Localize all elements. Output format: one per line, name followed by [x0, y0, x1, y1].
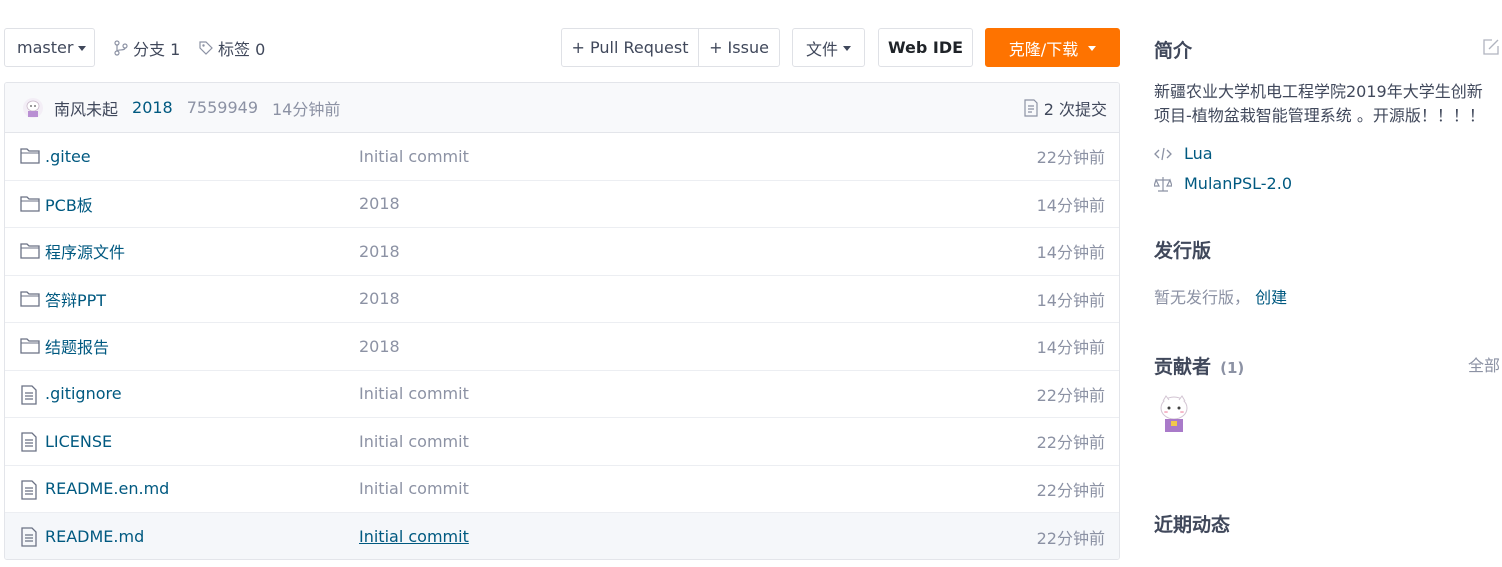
file-row[interactable]: LICENSE Initial commit 22分钟前: [5, 418, 1119, 466]
file-name[interactable]: README.en.md: [45, 479, 169, 498]
contributor-avatar[interactable]: [1158, 394, 1190, 434]
commit-message[interactable]: 2018: [132, 98, 173, 117]
license-label: MulanPSL-2.0: [1184, 174, 1292, 193]
clone-download-button[interactable]: 克隆/下载: [985, 28, 1120, 67]
file-icon: [20, 432, 38, 456]
create-release-link[interactable]: 创建: [1255, 288, 1287, 307]
author-avatar[interactable]: [22, 97, 44, 119]
activity-title: 近期动态: [1154, 514, 1231, 536]
file-commit-message[interactable]: 2018: [359, 242, 400, 261]
license-link[interactable]: MulanPSL-2.0: [1154, 174, 1500, 193]
file-menu-label: 文件: [805, 39, 838, 59]
branches-count: 分支 1: [133, 39, 181, 59]
language-label: Lua: [1184, 144, 1213, 163]
intro-title: 简介: [1154, 40, 1193, 62]
repo-description: 新疆农业大学机电工程学院2019年大学生创新项目-植物盆栽智能管理系统 。开源版…: [1154, 82, 1485, 125]
folder-icon: [20, 147, 40, 169]
folder-icon: [20, 337, 40, 359]
file-time: 14分钟前: [1036, 195, 1105, 215]
issue-button[interactable]: + Issue: [698, 28, 780, 67]
commit-time: 14分钟前: [272, 99, 341, 119]
code-icon: [1154, 147, 1172, 160]
releases-empty: 暂无发行版， 创建: [1154, 284, 1500, 308]
commit-sha[interactable]: 7559949: [187, 98, 258, 117]
file-time: 22分钟前: [1036, 480, 1105, 500]
file-table: 南风未起 2018 7559949 14分钟前 2 次提交 .gitee Init…: [4, 82, 1120, 560]
folder-icon: [20, 195, 40, 217]
branch-label: master: [17, 38, 74, 57]
latest-commit-bar: 南风未起 2018 7559949 14分钟前 2 次提交: [5, 83, 1119, 133]
file-time: 22分钟前: [1036, 385, 1105, 405]
file-row[interactable]: .gitee Initial commit 22分钟前: [5, 133, 1119, 181]
file-row[interactable]: .gitignore Initial commit 22分钟前: [5, 371, 1119, 418]
file-commit-message[interactable]: Initial commit: [359, 147, 469, 166]
commit-count: 2 次提交: [1043, 100, 1107, 119]
file-time: 14分钟前: [1036, 243, 1105, 263]
file-row[interactable]: 程序源文件 2018 14分钟前: [5, 228, 1119, 276]
contributors-title: 贡献者: [1154, 356, 1212, 378]
file-commit-message[interactable]: Initial commit: [359, 479, 469, 498]
file-name[interactable]: PCB板: [45, 192, 93, 216]
contributors-header: 贡献者 (1) 全部: [1154, 352, 1500, 378]
branch-icon: [114, 39, 128, 56]
file-name[interactable]: .gitignore: [45, 384, 122, 403]
file-commit-message[interactable]: Initial commit: [359, 384, 469, 403]
file-name[interactable]: 结题报告: [45, 334, 109, 358]
file-name[interactable]: LICENSE: [45, 432, 112, 451]
folder-icon: [20, 242, 40, 264]
file-time: 22分钟前: [1036, 528, 1105, 548]
file-name[interactable]: 程序源文件: [45, 239, 125, 263]
tags-count: 标签 0: [218, 39, 266, 59]
file-name[interactable]: 答辩PPT: [45, 287, 106, 311]
file-name[interactable]: README.md: [45, 527, 144, 546]
file-icon: [20, 479, 38, 504]
file-time: 14分钟前: [1036, 290, 1105, 310]
chevron-down-icon: [78, 46, 87, 51]
commit-author[interactable]: 南风未起: [54, 96, 118, 120]
file-row[interactable]: 结题报告 2018 14分钟前: [5, 323, 1119, 371]
no-release-text: 暂无发行版，: [1154, 288, 1251, 307]
file-row[interactable]: PCB板 2018 14分钟前: [5, 181, 1119, 228]
chevron-down-icon: [1088, 46, 1097, 51]
clone-label: 克隆/下载: [1008, 39, 1079, 59]
file-row[interactable]: README.md Initial commit 22分钟前: [5, 513, 1119, 559]
file-icon: [20, 384, 38, 409]
pull-request-button[interactable]: + Pull Request: [561, 28, 699, 67]
contributors-count: (1): [1220, 359, 1245, 377]
repo-toolbar: master 分支 1 标签 0 + Pull Request + Issue …: [4, 28, 1120, 67]
file-menu-button[interactable]: 文件: [792, 28, 865, 67]
branches-link[interactable]: 分支 1: [113, 28, 180, 67]
tags-link[interactable]: 标签 0: [198, 28, 265, 67]
releases-title: 发行版: [1154, 240, 1212, 262]
edit-icon[interactable]: [1482, 38, 1500, 56]
language-link[interactable]: Lua: [1154, 144, 1500, 163]
commit-list-icon: [1024, 99, 1038, 117]
all-contributors-link[interactable]: 全部: [1468, 352, 1500, 376]
file-time: 22分钟前: [1036, 148, 1105, 168]
file-commit-message[interactable]: Initial commit: [359, 432, 469, 451]
tag-icon: [199, 40, 213, 55]
file-time: 22分钟前: [1036, 433, 1105, 453]
file-commit-message[interactable]: Initial commit: [359, 527, 469, 546]
file-time: 14分钟前: [1036, 338, 1105, 358]
chevron-down-icon: [843, 46, 851, 51]
file-name[interactable]: .gitee: [45, 147, 91, 166]
file-commit-message[interactable]: 2018: [359, 337, 400, 356]
web-ide-button[interactable]: Web IDE: [878, 28, 973, 67]
file-commit-message[interactable]: 2018: [359, 289, 400, 308]
repo-sidebar: 简介 新疆农业大学机电工程学院2019年大学生创新项目-植物盆栽智能管理系统 。…: [1154, 28, 1500, 537]
file-row[interactable]: 答辩PPT 2018 14分钟前: [5, 276, 1119, 323]
folder-icon: [20, 290, 40, 312]
file-icon: [20, 527, 38, 551]
branch-select[interactable]: master: [4, 28, 95, 67]
file-row[interactable]: README.en.md Initial commit 22分钟前: [5, 466, 1119, 513]
file-commit-message[interactable]: 2018: [359, 194, 400, 213]
commit-count-link[interactable]: 2 次提交: [1023, 83, 1107, 133]
scale-icon: [1154, 176, 1172, 192]
